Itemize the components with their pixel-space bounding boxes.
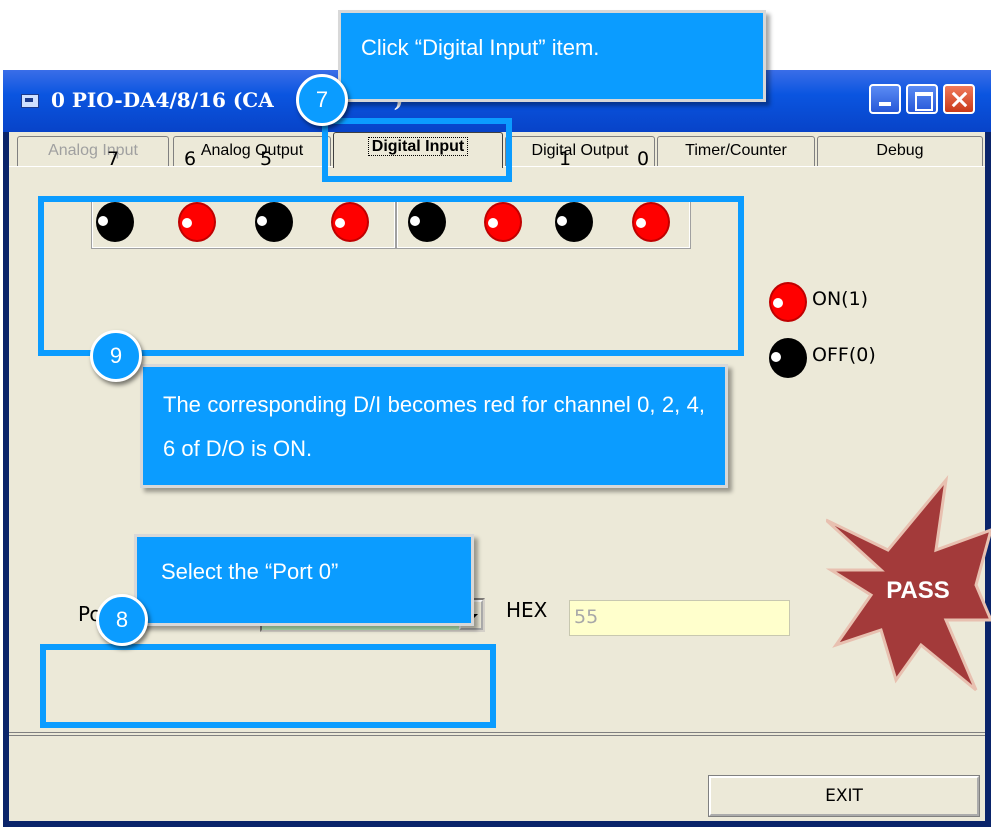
pass-stamp-icon: PASS [826, 474, 991, 692]
legend-off-led [769, 338, 807, 378]
close-button[interactable] [943, 84, 975, 114]
bit-label-5: 5 [259, 148, 273, 170]
step-badge-7: 7 [296, 74, 348, 126]
tab-analog-input[interactable]: Analog Input [17, 136, 169, 166]
legend-off-label: OFF(0) [812, 344, 876, 366]
highlight-led-panel [38, 196, 744, 356]
bit-label-1: 1 [558, 148, 572, 170]
callout-step-7: Click “Digital Input” item. [338, 10, 766, 102]
callout-step-8: Select the “Port 0” [134, 534, 474, 626]
bit-label-7: 7 [106, 148, 120, 170]
bit-label-6: 6 [183, 148, 197, 170]
exit-button[interactable]: EXIT [708, 775, 980, 817]
legend-on-label: ON(1) [812, 288, 869, 310]
minimize-button[interactable] [869, 84, 901, 114]
callout-step-9: The corresponding D/I becomes red for ch… [140, 364, 728, 488]
hex-value-field: 55 [569, 600, 790, 636]
step-badge-9: 9 [90, 330, 142, 382]
status-divider [9, 735, 985, 736]
tab-timer-counter[interactable]: Timer/Counter [657, 136, 815, 166]
tab-debug[interactable]: Debug [817, 136, 983, 166]
tab-digital-input[interactable]: Digital Input [333, 132, 503, 168]
app-icon [21, 94, 39, 108]
pass-stamp-label: PASS [886, 577, 950, 604]
hex-label: HEX [506, 598, 548, 622]
bit-label-0: 0 [636, 148, 650, 170]
highlight-port-number [40, 644, 496, 728]
maximize-button[interactable] [906, 84, 938, 114]
legend-on-led [769, 282, 807, 322]
step-badge-8: 8 [96, 594, 148, 646]
